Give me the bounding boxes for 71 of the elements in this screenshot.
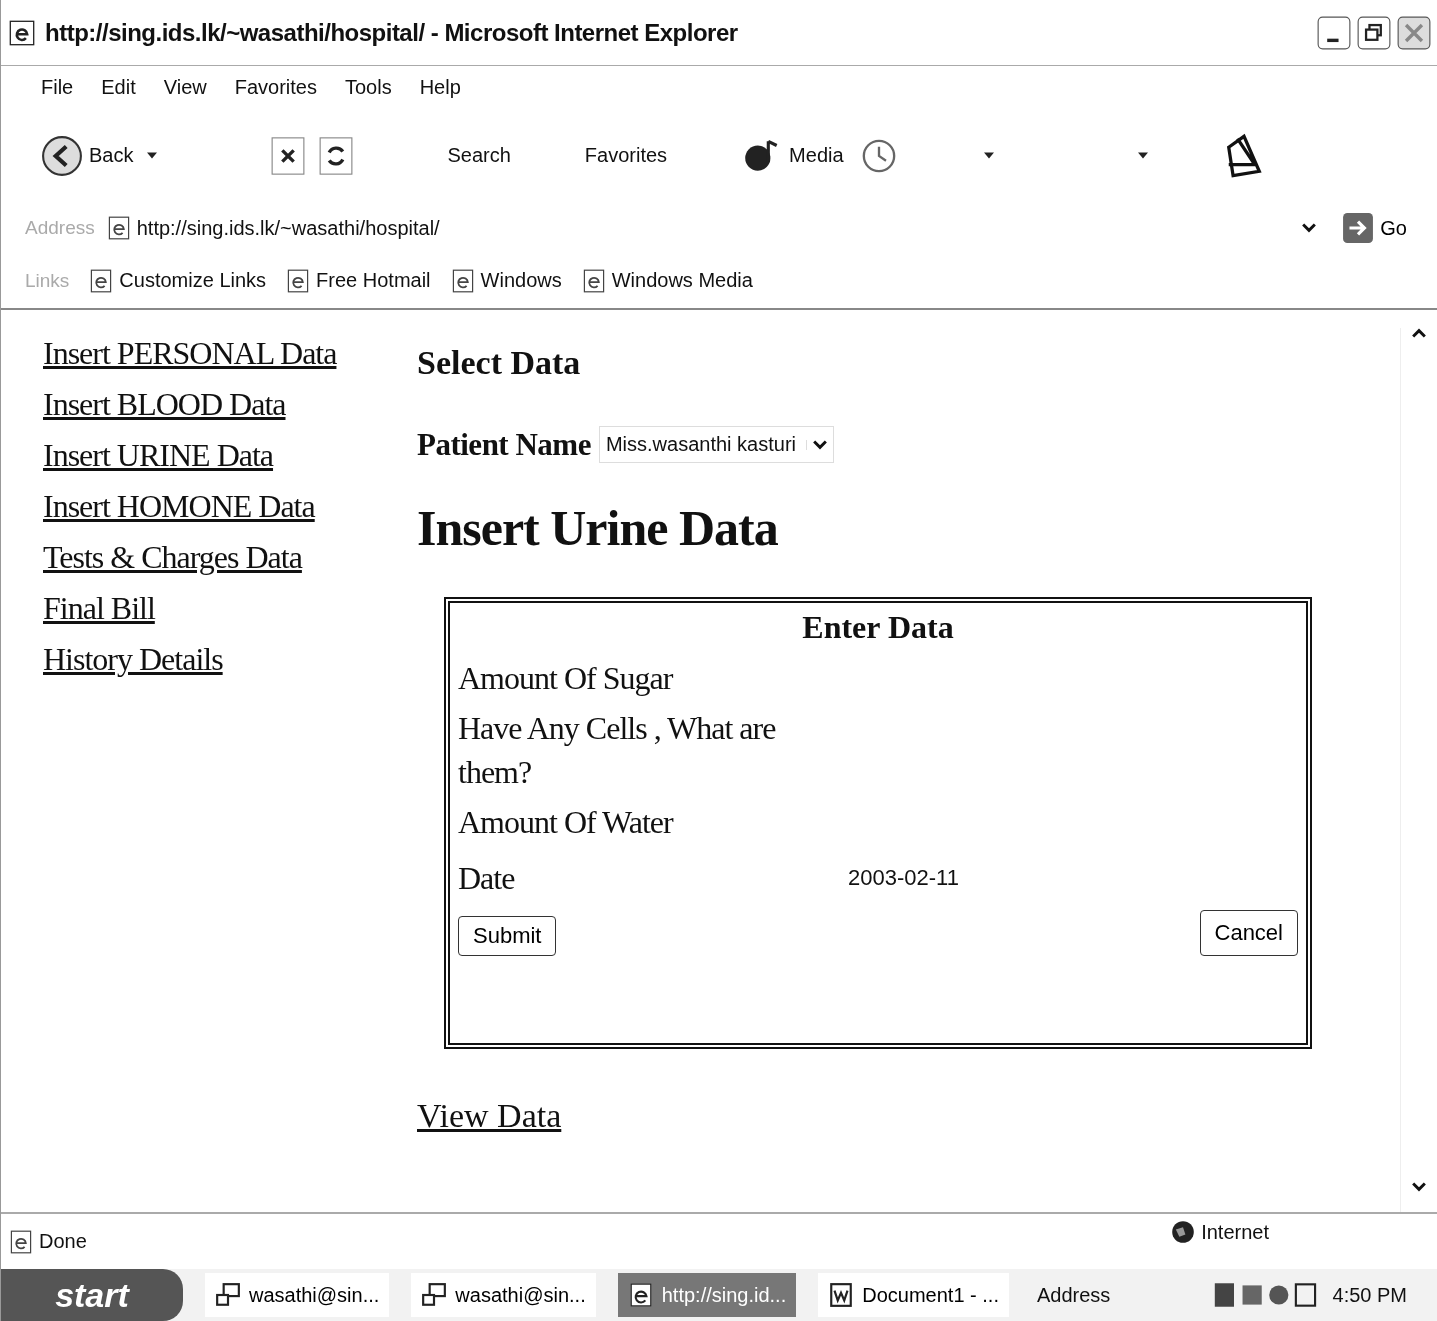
- page-icon: [89, 268, 114, 293]
- view-data-link[interactable]: View Data: [417, 1097, 562, 1135]
- page-icon: [9, 1229, 33, 1254]
- sidebar-link[interactable]: History Details: [43, 634, 417, 685]
- form-title: Enter Data: [801, 609, 955, 646]
- restore-icon[interactable]: [1357, 15, 1391, 50]
- menu-item[interactable]: Edit: [101, 75, 136, 99]
- sidebar-link[interactable]: Final Bill: [43, 583, 417, 634]
- address-field[interactable]: http://sing.ids.lk/~wasathi/hospital/: [106, 208, 1331, 248]
- page-heading: Insert Urine Data: [417, 499, 779, 557]
- section-heading: Select Data: [417, 344, 582, 382]
- favorites-button[interactable]: Favorites: [584, 144, 668, 167]
- page-icon: [106, 216, 131, 240]
- go-button[interactable]: Go: [1342, 212, 1437, 244]
- media-button[interactable]: Media: [741, 134, 844, 177]
- links-bar-item[interactable]: Customize Links: [89, 268, 267, 293]
- field-label: Date: [458, 859, 516, 898]
- page-icon: [581, 268, 606, 293]
- zone-text: Internet: [1201, 1220, 1269, 1244]
- close-icon[interactable]: [1397, 15, 1431, 50]
- patient-label: Patient Name: [417, 426, 591, 463]
- back-button[interactable]: Back: [41, 134, 134, 177]
- menu-item[interactable]: File: [41, 75, 74, 99]
- minimize-icon[interactable]: [1317, 15, 1351, 50]
- field-label: Amount Of Water: [458, 803, 675, 842]
- patient-select[interactable]: Miss.wasanthi kasturi: [598, 426, 834, 463]
- scroll-down-icon[interactable]: [1412, 1182, 1426, 1192]
- taskbar-button[interactable]: http://sing.id...: [617, 1273, 797, 1317]
- search-button[interactable]: Search: [447, 144, 511, 167]
- clock: 4:50 PM: [1332, 1283, 1407, 1307]
- document-icon: [828, 1282, 855, 1308]
- menu-item[interactable]: Favorites: [234, 75, 317, 99]
- refresh-icon[interactable]: [319, 134, 354, 177]
- sidebar-link[interactable]: Insert URINE Data: [43, 430, 417, 481]
- sidebar-link[interactable]: Insert BLOOD Data: [43, 379, 417, 430]
- field-value: 2003-02-11: [848, 865, 959, 891]
- menu-item[interactable]: View: [163, 75, 207, 99]
- taskbar-button[interactable]: wasathi@sin...: [411, 1273, 596, 1317]
- dropdown-arrow-icon[interactable]: [983, 152, 994, 159]
- cancel-button[interactable]: Cancel: [1199, 910, 1298, 956]
- sidebar-link[interactable]: Insert PERSONAL Data: [43, 328, 417, 379]
- field-label: Have Any Cells , What are them?: [458, 709, 777, 792]
- menu-item[interactable]: Tools: [344, 75, 392, 99]
- taskbar-button[interactable]: Document1 - ...: [818, 1273, 1009, 1317]
- page-icon: [450, 268, 475, 293]
- url-text: http://sing.ids.lk/~wasathi/hospital/: [136, 216, 441, 240]
- links-bar-item[interactable]: Windows: [450, 268, 562, 293]
- dropdown-arrow-icon[interactable]: [1137, 152, 1148, 159]
- sidebar-link[interactable]: Insert HOMONE Data: [43, 481, 417, 532]
- ie-icon: [9, 19, 35, 46]
- stop-icon[interactable]: [271, 134, 306, 177]
- network-computer-icon: [421, 1282, 448, 1308]
- start-button[interactable]: start: [1, 1269, 183, 1321]
- links-bar-item[interactable]: Windows Media: [581, 268, 753, 293]
- links-bar-item[interactable]: Free Hotmail: [286, 268, 431, 293]
- page-icon: [286, 268, 311, 293]
- field-label: Amount Of Sugar: [458, 659, 674, 698]
- address-label: Address: [25, 217, 95, 239]
- sidebar-link[interactable]: Tests & Charges Data: [43, 532, 417, 583]
- taskbar-button[interactable]: wasathi@sin...: [205, 1273, 390, 1317]
- dropdown-arrow-icon[interactable]: [147, 152, 158, 159]
- address-toolbar-label: Address: [1036, 1283, 1111, 1307]
- dropdown-arrow-icon: [806, 439, 827, 450]
- links-label: Links: [25, 269, 70, 292]
- window-title: http://sing.ids.lk/~wasathi/hospital/ - Microsoft Internet Explorer: [45, 18, 739, 47]
- network-computer-icon: [215, 1282, 241, 1308]
- status-text: Done: [39, 1230, 87, 1253]
- scroll-up-icon[interactable]: [1412, 328, 1426, 338]
- globe-icon: [1171, 1220, 1196, 1244]
- menu-item[interactable]: Help: [419, 75, 461, 99]
- submit-button[interactable]: Submit: [458, 916, 557, 956]
